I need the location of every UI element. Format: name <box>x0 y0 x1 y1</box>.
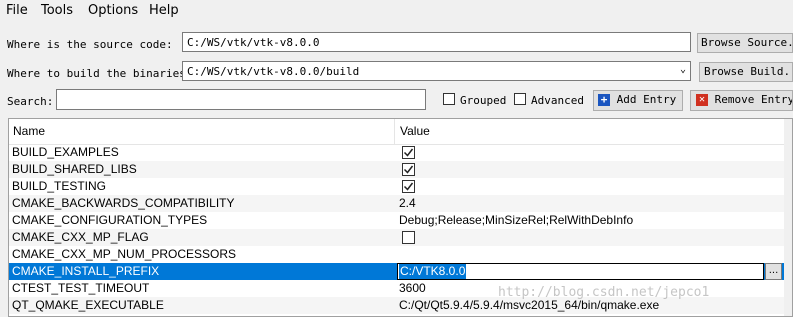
table-row[interactable]: BUILD_EXAMPLES <box>9 144 784 161</box>
remove-entry-button[interactable]: ✕ Remove Entry <box>690 90 793 111</box>
row-value: 2.4 <box>399 196 416 210</box>
column-header-name[interactable]: Name <box>13 124 45 138</box>
table-row[interactable]: CMAKE_CXX_MP_FLAG <box>9 229 784 246</box>
row-name: BUILD_EXAMPLES <box>12 145 119 159</box>
row-name: CMAKE_CXX_MP_FLAG <box>12 230 149 244</box>
row-name: BUILD_SHARED_LIBS <box>12 162 137 176</box>
value-checkbox[interactable] <box>402 180 415 193</box>
row-value: 3600 <box>399 281 426 295</box>
search-input[interactable] <box>56 89 426 110</box>
advanced-label: Advanced <box>531 94 584 107</box>
search-label: Search: <box>7 95 54 108</box>
row-name: CMAKE_CXX_MP_NUM_PROCESSORS <box>12 247 237 261</box>
checkmark-icon <box>403 165 414 174</box>
remove-entry-label: Remove Entry <box>714 93 793 106</box>
build-path-value: C:/WS/vtk/vtk-v8.0.0/build <box>187 65 360 78</box>
checkmark-icon <box>403 148 414 157</box>
add-entry-button[interactable]: + Add Entry <box>593 90 683 111</box>
table-row-selected[interactable]: CMAKE_INSTALL_PREFIX C:/VTK8.0.0 ... <box>9 263 784 280</box>
plus-icon: + <box>598 94 610 106</box>
build-label: Where to build the binaries: <box>7 67 193 80</box>
table-row[interactable]: CMAKE_CONFIGURATION_TYPES Debug;Release;… <box>9 212 784 229</box>
menu-bar: File Tools Options Help <box>0 0 793 22</box>
row-value: Debug;Release;MinSizeRel;RelWithDebInfo <box>399 213 634 227</box>
source-label: Where is the source code: <box>7 38 173 51</box>
menu-help[interactable]: Help <box>149 3 179 18</box>
row-name: CMAKE_BACKWARDS_COMPATIBILITY <box>12 196 235 210</box>
menu-file[interactable]: File <box>6 3 28 18</box>
column-divider[interactable] <box>394 119 395 144</box>
table-row[interactable]: CMAKE_BACKWARDS_COMPATIBILITY 2.4 <box>9 195 784 212</box>
browse-build-button[interactable]: Browse Build... <box>699 62 793 82</box>
table-row[interactable]: CMAKE_CXX_MP_NUM_PROCESSORS <box>9 246 784 263</box>
browse-source-button[interactable]: Browse Source... <box>697 33 793 53</box>
row-name: CMAKE_CONFIGURATION_TYPES <box>12 213 208 227</box>
value-checkbox[interactable] <box>402 231 415 244</box>
menu-options[interactable]: Options <box>88 3 138 18</box>
grouped-label: Grouped <box>460 94 507 107</box>
checkmark-icon <box>403 182 414 191</box>
advanced-checkbox[interactable] <box>514 93 526 105</box>
value-checkbox[interactable] <box>402 163 415 176</box>
build-path-combo[interactable]: C:/WS/vtk/vtk-v8.0.0/build ⌄ <box>182 61 691 81</box>
source-path-input[interactable]: C:/WS/vtk/vtk-v8.0.0 <box>182 32 691 52</box>
grouped-checkbox[interactable] <box>443 93 455 105</box>
row-name: QT_QMAKE_EXECUTABLE <box>12 298 164 312</box>
value-checkbox[interactable] <box>402 146 415 159</box>
watermark-text: http://blog.csdn.net/jepco1 <box>498 285 710 300</box>
chevron-down-icon[interactable]: ⌄ <box>680 64 686 75</box>
row-name: CTEST_TEST_TIMEOUT <box>12 281 150 295</box>
add-entry-label: Add Entry <box>616 93 677 106</box>
column-header-value[interactable]: Value <box>400 124 430 138</box>
value-browse-button[interactable]: ... <box>765 263 782 280</box>
value-edit-field[interactable]: C:/VTK8.0.0 <box>397 263 764 280</box>
row-name: CMAKE_INSTALL_PREFIX <box>12 264 160 278</box>
remove-icon: ✕ <box>696 94 708 106</box>
table-header: Name Value <box>9 119 784 145</box>
table-row[interactable]: BUILD_SHARED_LIBS <box>9 161 784 178</box>
row-value: C:/Qt/Qt5.9.4/5.9.4/msvc2015_64/bin/qmak… <box>399 298 660 312</box>
vertical-scrollbar[interactable] <box>784 119 792 316</box>
table-row[interactable]: BUILD_TESTING <box>9 178 784 195</box>
value-edit-text: C:/VTK8.0.0 <box>399 264 467 279</box>
row-name: BUILD_TESTING <box>12 179 107 193</box>
menu-tools[interactable]: Tools <box>41 3 73 18</box>
